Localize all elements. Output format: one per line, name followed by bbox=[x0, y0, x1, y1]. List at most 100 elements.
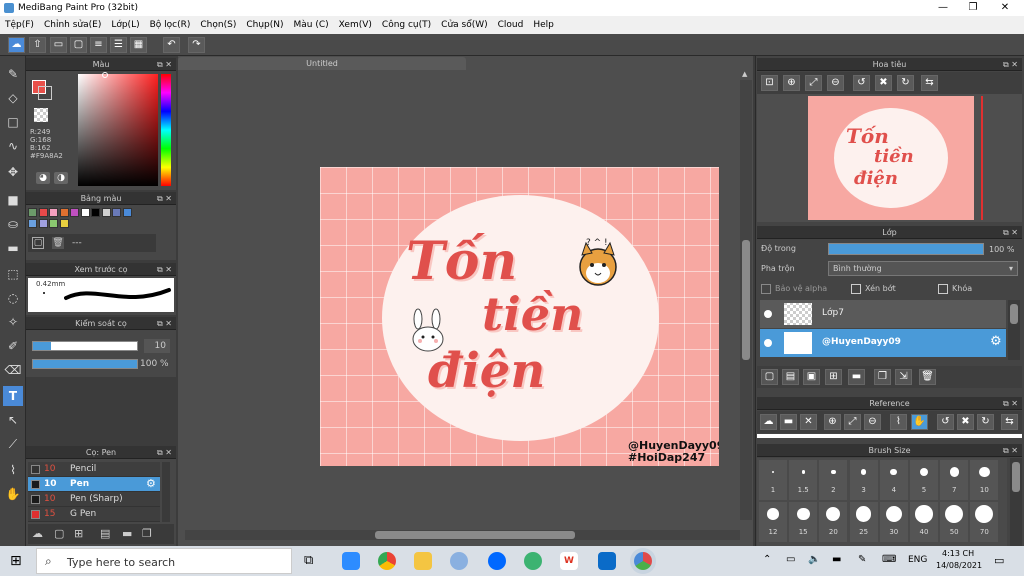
palette-swatch[interactable] bbox=[91, 208, 100, 217]
nav-rotate-left-icon[interactable]: ↺ bbox=[853, 75, 870, 91]
brush-list-item[interactable]: 15 G Pen bbox=[28, 507, 160, 522]
ref-reset-icon[interactable]: ✖ bbox=[957, 414, 974, 430]
secondary-color-swatch[interactable] bbox=[38, 86, 52, 100]
brush-size-scrollbar[interactable] bbox=[1010, 458, 1022, 546]
brush-list-item[interactable]: 10 Pen (Sharp) bbox=[28, 492, 160, 507]
menu-window[interactable]: Cửa sổ(W) bbox=[436, 20, 492, 30]
list-icon[interactable]: ☰ bbox=[110, 37, 127, 53]
add-layer-dropdown-icon[interactable]: ⊞ bbox=[825, 369, 842, 385]
canvas-vscroll-thumb[interactable] bbox=[742, 240, 750, 360]
nav-zoom-out-icon[interactable]: ⊖ bbox=[827, 75, 844, 91]
redo-icon[interactable]: ↷ bbox=[188, 37, 205, 53]
close-icon[interactable]: ✕ bbox=[990, 0, 1020, 16]
magic-wand-icon[interactable]: ✧ bbox=[3, 312, 23, 332]
volume-icon[interactable]: 🔈 bbox=[808, 554, 820, 565]
brush-list-scrollbar[interactable] bbox=[162, 462, 170, 522]
opacity-slider[interactable] bbox=[32, 359, 138, 369]
lock-checkbox[interactable] bbox=[938, 284, 948, 294]
ref-hand-icon[interactable]: ✋ bbox=[911, 414, 928, 430]
color-mode-icon[interactable]: ◑ bbox=[54, 172, 68, 184]
brush-size-cell[interactable]: 30 bbox=[879, 502, 908, 542]
taskbar-search-box[interactable]: ⌕ Type here to search bbox=[36, 548, 292, 574]
rectangle-icon[interactable]: □ bbox=[3, 112, 23, 132]
chrome-app-icon[interactable] bbox=[378, 552, 396, 570]
brush-size-cell[interactable]: 25 bbox=[849, 502, 878, 542]
undo-icon[interactable]: ↶ bbox=[163, 37, 180, 53]
file-explorer-icon[interactable] bbox=[414, 552, 432, 570]
protect-alpha-checkbox[interactable] bbox=[761, 284, 771, 294]
brush-size-cell[interactable]: 40 bbox=[910, 502, 938, 542]
menu-cloud[interactable]: Cloud bbox=[493, 20, 529, 30]
palette-swatch[interactable] bbox=[59, 208, 69, 217]
brush-new-icon[interactable]: ▢ bbox=[54, 527, 64, 540]
document-icon[interactable]: ≡ bbox=[90, 37, 107, 53]
minimize-icon[interactable]: — bbox=[928, 0, 958, 16]
nav-rotate-right-icon[interactable]: ↻ bbox=[897, 75, 914, 91]
ref-open-icon[interactable]: ▬ bbox=[780, 414, 797, 430]
wps-app-icon[interactable]: W bbox=[560, 552, 578, 570]
brush-cloud-icon[interactable]: ☁ bbox=[32, 527, 43, 540]
brush-size-cell[interactable]: 1.5 bbox=[789, 460, 818, 500]
bucket-icon[interactable]: ⛀ bbox=[3, 214, 23, 234]
ref-cloud-icon[interactable]: ☁ bbox=[760, 414, 777, 430]
palette-swatch[interactable] bbox=[38, 208, 48, 217]
ref-zoom-out-icon[interactable]: ⊖ bbox=[864, 414, 881, 430]
palette-swatch[interactable] bbox=[28, 219, 37, 228]
brush-edit-icon[interactable]: ▤ bbox=[100, 527, 110, 540]
layer-row-lop7[interactable]: Lớp7 bbox=[760, 300, 1006, 328]
canvas-tab[interactable]: Untitled bbox=[178, 57, 466, 70]
zoom-app-icon[interactable] bbox=[342, 552, 360, 570]
layer-opacity-slider[interactable] bbox=[828, 243, 984, 255]
brush-size-cell[interactable]: 12 bbox=[759, 502, 787, 542]
layer-visibility-icon[interactable] bbox=[764, 310, 772, 318]
artboard[interactable]: Tốn tiền điện ? ^ ! @HuyenDayy09 #HoiDap… bbox=[320, 167, 719, 466]
brush-size-scroll-thumb[interactable] bbox=[1012, 462, 1020, 492]
new-halftone-layer-icon[interactable]: ▤ bbox=[782, 369, 799, 385]
palette-swatch[interactable] bbox=[28, 208, 37, 217]
canvas-vscrollbar[interactable] bbox=[740, 80, 752, 520]
canvas-scroll-up-icon[interactable]: ▲ bbox=[742, 70, 750, 78]
nav-reset-icon[interactable]: ✖ bbox=[875, 75, 892, 91]
camtasia-app-icon[interactable] bbox=[524, 552, 542, 570]
language-indicator[interactable]: ENG bbox=[908, 555, 927, 565]
menu-file[interactable]: Tệp(F) bbox=[0, 20, 39, 30]
transparent-swatch[interactable] bbox=[34, 108, 48, 122]
ref-rotate-left-icon[interactable]: ↺ bbox=[937, 414, 954, 430]
brush-size-cell[interactable]: 10 bbox=[970, 460, 999, 500]
palette-swatch[interactable] bbox=[80, 208, 90, 217]
eyedropper-icon[interactable]: ⌇ bbox=[3, 460, 23, 480]
menu-filter[interactable]: Bộ lọc(R) bbox=[145, 20, 196, 30]
select-pen-icon[interactable]: ✐ bbox=[3, 336, 23, 356]
ref-rotate-right-icon[interactable]: ↻ bbox=[977, 414, 994, 430]
comment-icon[interactable]: ▭ bbox=[50, 37, 67, 53]
layer-folder-icon[interactable]: ▬ bbox=[848, 369, 865, 385]
color-picker-cursor[interactable] bbox=[102, 72, 108, 78]
brush-size-cell[interactable]: 20 bbox=[819, 502, 848, 542]
ref-eyedropper-icon[interactable]: ⌇ bbox=[890, 414, 907, 430]
nav-zoom-fit-icon[interactable]: ⊡ bbox=[761, 75, 778, 91]
select-rect-icon[interactable]: ⬚ bbox=[3, 264, 23, 284]
brush-size-cell[interactable]: 3 bbox=[849, 460, 878, 500]
layer-blend-select[interactable]: Bình thường ▾ bbox=[828, 261, 1018, 276]
clock-date[interactable]: 14/08/2021 bbox=[936, 561, 982, 570]
text-tool-icon[interactable]: T bbox=[3, 386, 23, 406]
hue-slider[interactable] bbox=[161, 74, 171, 186]
palette-swatch[interactable] bbox=[38, 219, 48, 228]
duplicate-layer-icon[interactable]: ❐ bbox=[874, 369, 891, 385]
fill-rect-icon[interactable]: ■ bbox=[3, 190, 23, 210]
paint-app-icon[interactable] bbox=[450, 552, 468, 570]
palette-swatch[interactable] bbox=[101, 208, 111, 217]
menu-view[interactable]: Xem(V) bbox=[334, 20, 377, 30]
clock-time[interactable]: 4:13 CH bbox=[942, 549, 974, 558]
menu-select[interactable]: Chọn(S) bbox=[195, 20, 241, 30]
chat-icon[interactable]: ▢ bbox=[70, 37, 87, 53]
lasso-icon[interactable]: ◌ bbox=[3, 288, 23, 308]
brush-size-cell[interactable]: 50 bbox=[940, 502, 969, 542]
palette-swatch[interactable] bbox=[49, 208, 58, 217]
brush-add-icon[interactable]: ⊞ bbox=[74, 527, 83, 540]
ref-fit-icon[interactable]: ⤢ bbox=[844, 414, 861, 430]
menu-color[interactable]: Màu (C) bbox=[289, 20, 334, 30]
menu-help[interactable]: Help bbox=[528, 20, 559, 30]
brush-size-cell[interactable]: 4 bbox=[879, 460, 908, 500]
brush-icon[interactable]: ✎ bbox=[3, 64, 23, 84]
